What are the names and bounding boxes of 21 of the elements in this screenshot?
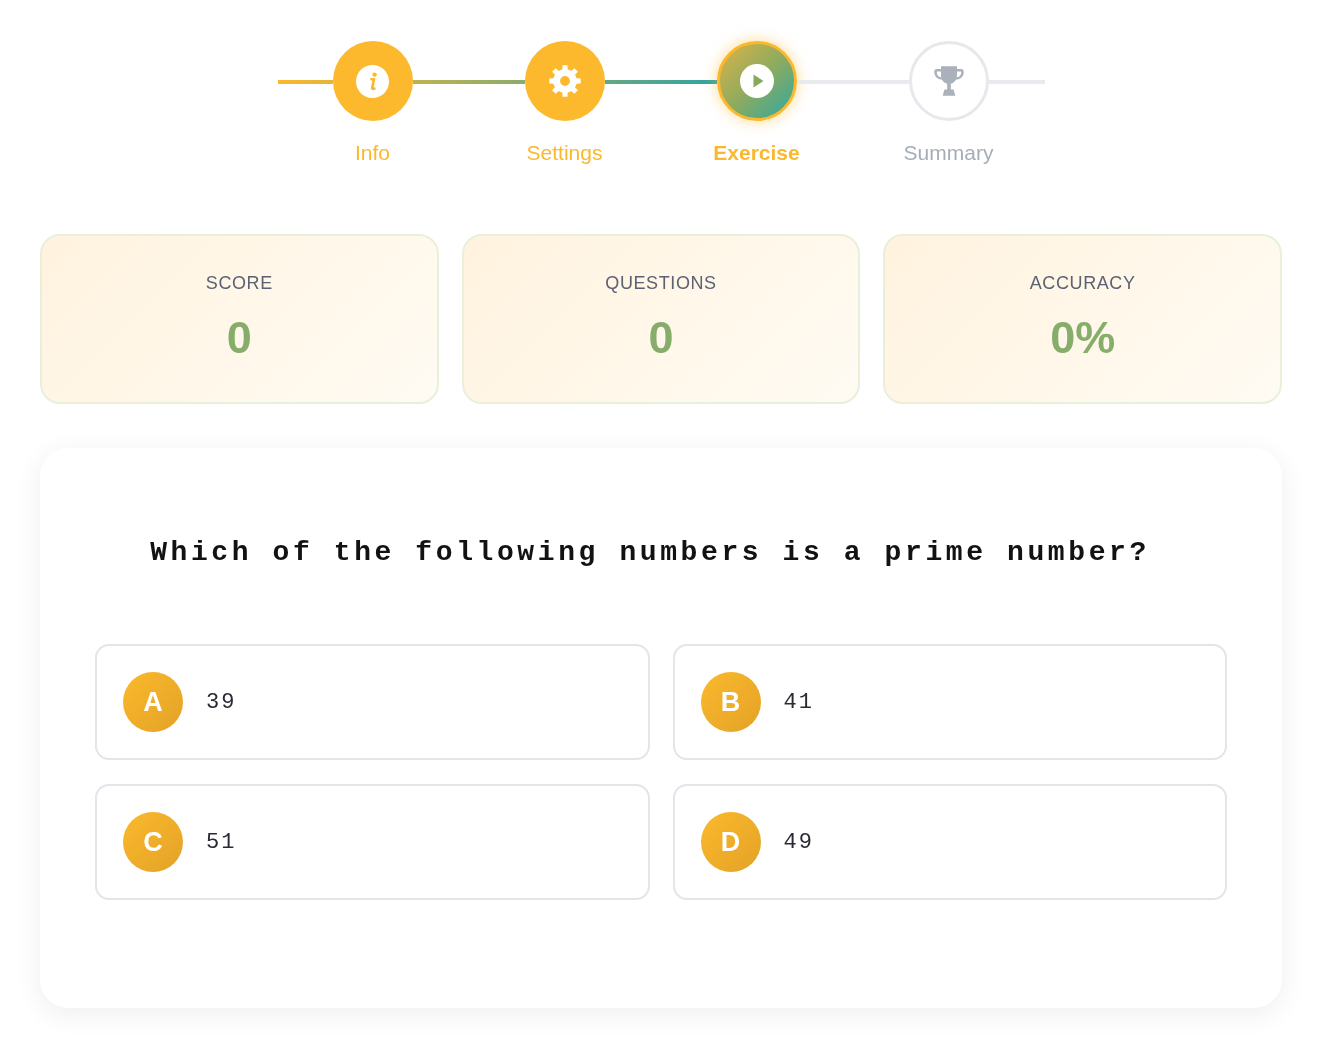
option-letter: C [123, 812, 183, 872]
answer-option[interactable]: B 41 [672, 644, 1227, 760]
stat-label: SCORE [205, 272, 273, 294]
option-letter: B [700, 672, 761, 732]
option-letter: A [123, 672, 183, 732]
info-icon [356, 64, 389, 98]
gear-icon [548, 65, 581, 97]
answer-option[interactable]: C 51 [95, 784, 650, 900]
stat-label: ACCURACY [1029, 272, 1136, 294]
step-connector [277, 80, 333, 84]
trophy-icon [932, 65, 965, 97]
stat-value: 0% [1050, 312, 1116, 364]
play-icon [739, 64, 774, 98]
stat-value: 0 [226, 312, 252, 364]
stat-value: 0 [648, 312, 674, 364]
stat-label: QUESTIONS [605, 272, 717, 294]
question-text: Which of the following numbers is a prime number? [150, 536, 1150, 570]
step-indicator[interactable] [716, 41, 797, 121]
answer-option[interactable]: D 49 [672, 784, 1227, 900]
option-letter: D [700, 812, 761, 872]
answer-option[interactable]: A 39 [95, 644, 650, 760]
